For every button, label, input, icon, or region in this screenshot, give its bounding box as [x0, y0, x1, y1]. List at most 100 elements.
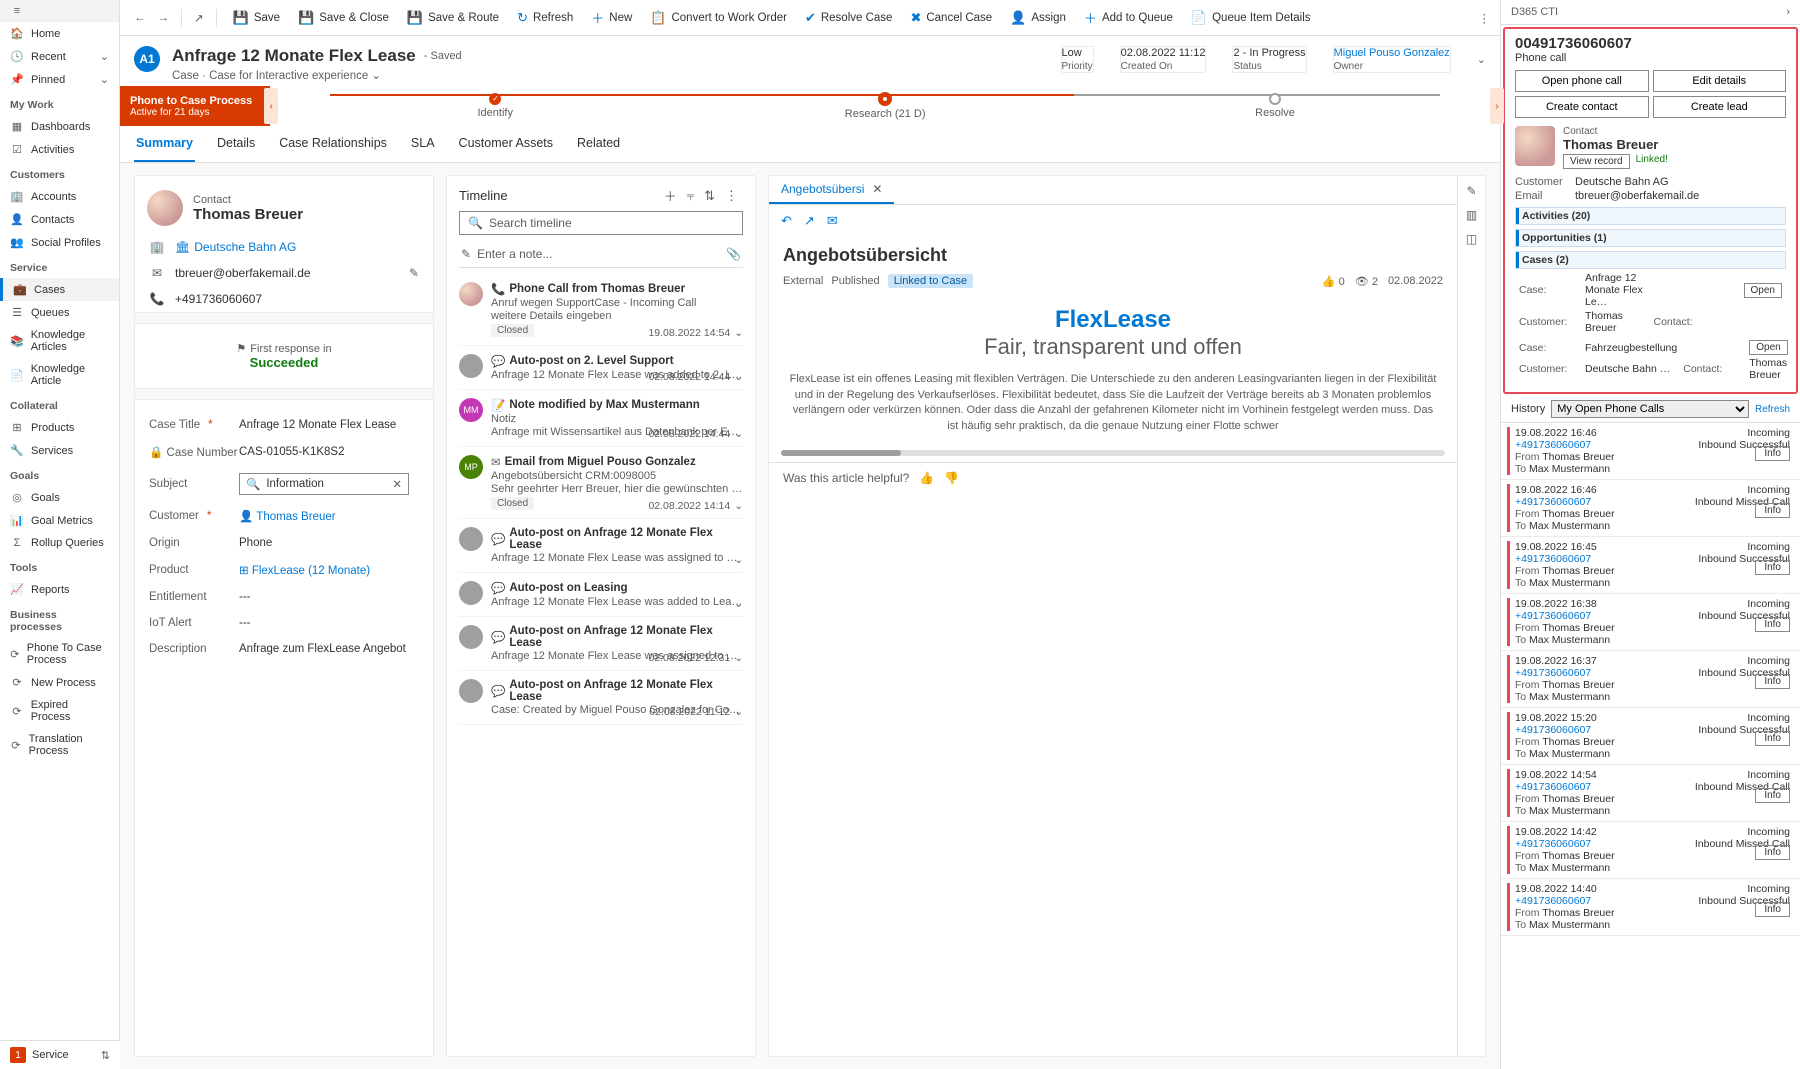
- cti-btn-edit-details[interactable]: Edit details: [1653, 70, 1787, 92]
- timeline-item[interactable]: 💬Auto-post on Anfrage 12 Monate Flex Lea…: [459, 617, 743, 671]
- article-email[interactable]: ✉: [827, 213, 838, 229]
- nav-item-knowledge-article[interactable]: 📄Knowledge Article: [0, 358, 119, 392]
- sidepanel-assist[interactable]: ◫: [1466, 232, 1477, 246]
- process-flag[interactable]: Phone to Case Process Active for 21 days…: [120, 86, 270, 126]
- cti-call-info-btn[interactable]: Info: [1755, 731, 1790, 746]
- nav-item-reports[interactable]: 📈Reports: [0, 578, 119, 601]
- cmd-resolve-case[interactable]: ✔Resolve Case: [797, 4, 901, 31]
- header-meta-chevron[interactable]: ⌄: [1477, 53, 1486, 66]
- timeline-item[interactable]: MM 📝Note modified by Max Mustermann Noti…: [459, 390, 743, 447]
- thumbs-down-icon[interactable]: 👎: [944, 471, 959, 485]
- tab-case-relationships[interactable]: Case Relationships: [277, 126, 389, 162]
- field-case_number[interactable]: 🔒 Case NumberCAS-01055-K1K8S2: [149, 438, 419, 466]
- cti-call-history-item[interactable]: 19.08.2022 14:42Incoming +491736060607In…: [1501, 822, 1800, 879]
- nav-pinned[interactable]: 📌Pinned⌄: [0, 68, 119, 91]
- article-tab[interactable]: Angebotsübersi ✕: [769, 176, 894, 204]
- nav-item-knowledge-articles[interactable]: 📚Knowledge Articles: [0, 324, 119, 358]
- cti-history-filter[interactable]: My Open Phone Calls: [1551, 400, 1749, 418]
- chevron-down-icon[interactable]: ⌄: [734, 554, 743, 566]
- cti-section-header[interactable]: Opportunities (1): [1515, 229, 1786, 247]
- timeline-more[interactable]: ⋮: [720, 188, 743, 204]
- cmd-convert-to-work-order[interactable]: 📋Convert to Work Order: [642, 4, 795, 31]
- cti-call-info-btn[interactable]: Info: [1755, 503, 1790, 518]
- timeline-add[interactable]: ＋: [659, 186, 682, 205]
- cmd-save-close[interactable]: 💾Save & Close: [290, 4, 397, 31]
- nav-item-new-process[interactable]: ⟳New Process: [0, 671, 119, 694]
- cmd-assign[interactable]: 👤Assign: [1002, 4, 1074, 31]
- thumbs-up-icon[interactable]: 👍: [919, 471, 934, 485]
- timeline-search[interactable]: 🔍 Search timeline: [459, 211, 743, 235]
- tab-summary[interactable]: Summary: [134, 126, 195, 162]
- clear-icon[interactable]: ✕: [392, 477, 402, 491]
- tab-related[interactable]: Related: [575, 126, 622, 162]
- contact-name[interactable]: Thomas Breuer: [193, 206, 303, 223]
- cti-call-history-item[interactable]: 19.08.2022 16:45Incoming +491736060607In…: [1501, 537, 1800, 594]
- thumbs-up-icon[interactable]: 👍 0: [1322, 275, 1345, 288]
- field-iot[interactable]: IoT Alert---: [149, 610, 419, 636]
- chevron-down-icon[interactable]: ⌄: [734, 327, 743, 339]
- process-expand[interactable]: ›: [1490, 88, 1504, 124]
- timeline-item[interactable]: MP ✉Email from Miguel Pouso Gonzalez Ang…: [459, 447, 743, 519]
- compose-email[interactable]: ✎: [409, 266, 419, 280]
- cti-section-header[interactable]: Cases (2): [1515, 251, 1786, 269]
- cti-call-info-btn[interactable]: Info: [1755, 560, 1790, 575]
- chevron-down-icon[interactable]: ⌄: [734, 428, 743, 440]
- chevron-down-icon[interactable]: ⌄: [734, 706, 743, 718]
- nav-item-goal-metrics[interactable]: 📊Goal Metrics: [0, 509, 119, 532]
- nav-item-accounts[interactable]: 🏢Accounts: [0, 185, 119, 208]
- cmd-save-route[interactable]: 💾Save & Route: [399, 4, 507, 31]
- cti-btn-create-lead[interactable]: Create lead: [1653, 96, 1787, 118]
- cti-btn-create-contact[interactable]: Create contact: [1515, 96, 1649, 118]
- chevron-down-icon[interactable]: ⌄: [734, 598, 743, 610]
- cti-section-header[interactable]: Activities (20): [1515, 207, 1786, 225]
- header-meta-value[interactable]: Miguel Pouso Gonzalez: [1334, 47, 1450, 59]
- nav-item-social-profiles[interactable]: 👥Social Profiles: [0, 231, 119, 254]
- chevron-right-icon[interactable]: ›: [1786, 6, 1790, 18]
- article-popout[interactable]: ↗: [804, 213, 815, 229]
- cti-call-history-item[interactable]: 19.08.2022 14:40Incoming +491736060607In…: [1501, 879, 1800, 936]
- field-customer[interactable]: Customer*👤 Thomas Breuer: [149, 502, 419, 530]
- chevron-down-icon[interactable]: ⌄: [734, 652, 743, 664]
- cti-call-info-btn[interactable]: Info: [1755, 674, 1790, 689]
- nav-item-rollup-queries[interactable]: ΣRollup Queries: [0, 532, 119, 554]
- chevron-down-icon[interactable]: ⌄: [734, 500, 743, 512]
- contact-phone[interactable]: +491736060607: [175, 292, 262, 306]
- nav-hamburger[interactable]: ≡: [0, 0, 119, 22]
- attachment-icon[interactable]: 📎: [726, 247, 741, 261]
- nav-recent[interactable]: 🕓Recent⌄: [0, 45, 119, 68]
- cmd-save[interactable]: 💾Save: [225, 4, 288, 31]
- cti-open-case[interactable]: Open: [1744, 283, 1782, 298]
- stage-research[interactable]: Research (21 D): [690, 92, 1080, 120]
- timeline-item[interactable]: 📞Phone Call from Thomas Breuer Anruf weg…: [459, 274, 743, 346]
- cti-view-record[interactable]: View record: [1563, 154, 1630, 169]
- nav-item-queues[interactable]: ☰Queues: [0, 301, 119, 324]
- tab-customer-assets[interactable]: Customer Assets: [457, 126, 555, 162]
- process-collapse[interactable]: ‹: [264, 88, 278, 124]
- timeline-filter[interactable]: ⫧: [682, 188, 699, 204]
- cti-call-info-btn[interactable]: Info: [1755, 446, 1790, 461]
- field-subject[interactable]: Subject🔍Information✕: [149, 466, 419, 502]
- cti-call-info-btn[interactable]: Info: [1755, 845, 1790, 860]
- chevron-down-icon[interactable]: ⌄: [734, 371, 743, 383]
- cti-btn-open-phone-call[interactable]: Open phone call: [1515, 70, 1649, 92]
- field-product[interactable]: Product⊞ FlexLease (12 Monate): [149, 556, 419, 584]
- nav-item-activities[interactable]: ☑Activities: [0, 138, 119, 161]
- cti-call-info-btn[interactable]: Info: [1755, 902, 1790, 917]
- cti-call-history-item[interactable]: 19.08.2022 16:37Incoming +491736060607In…: [1501, 651, 1800, 708]
- cti-call-history-item[interactable]: 19.08.2022 16:46Incoming +491736060607In…: [1501, 480, 1800, 537]
- cmd-queue-item-details[interactable]: 📄Queue Item Details: [1183, 4, 1319, 31]
- record-subtitle[interactable]: Case · Case for Interactive experience ⌄: [172, 68, 462, 82]
- timeline-item[interactable]: 💬Auto-post on Anfrage 12 Monate Flex Lea…: [459, 671, 743, 725]
- nav-forward[interactable]: →: [154, 12, 174, 24]
- sidepanel-kb[interactable]: ▥: [1466, 208, 1477, 222]
- field-case_title[interactable]: Case Title*Anfrage 12 Monate Flex Lease: [149, 412, 419, 438]
- field-entitlement[interactable]: Entitlement---: [149, 584, 419, 610]
- contact-account-link[interactable]: 🏛Deutsche Bahn AG: [175, 240, 296, 254]
- cti-call-info-btn[interactable]: Info: [1755, 788, 1790, 803]
- nav-item-services[interactable]: 🔧Services: [0, 439, 119, 462]
- stage-resolve[interactable]: Resolve: [1080, 93, 1470, 119]
- nav-item-goals[interactable]: ◎Goals: [0, 486, 119, 509]
- nav-item-dashboards[interactable]: ▦Dashboards: [0, 115, 119, 138]
- nav-item-phone-to-case-process[interactable]: ⟳Phone To Case Process: [0, 637, 119, 671]
- more-commands[interactable]: ⋮: [1479, 11, 1491, 25]
